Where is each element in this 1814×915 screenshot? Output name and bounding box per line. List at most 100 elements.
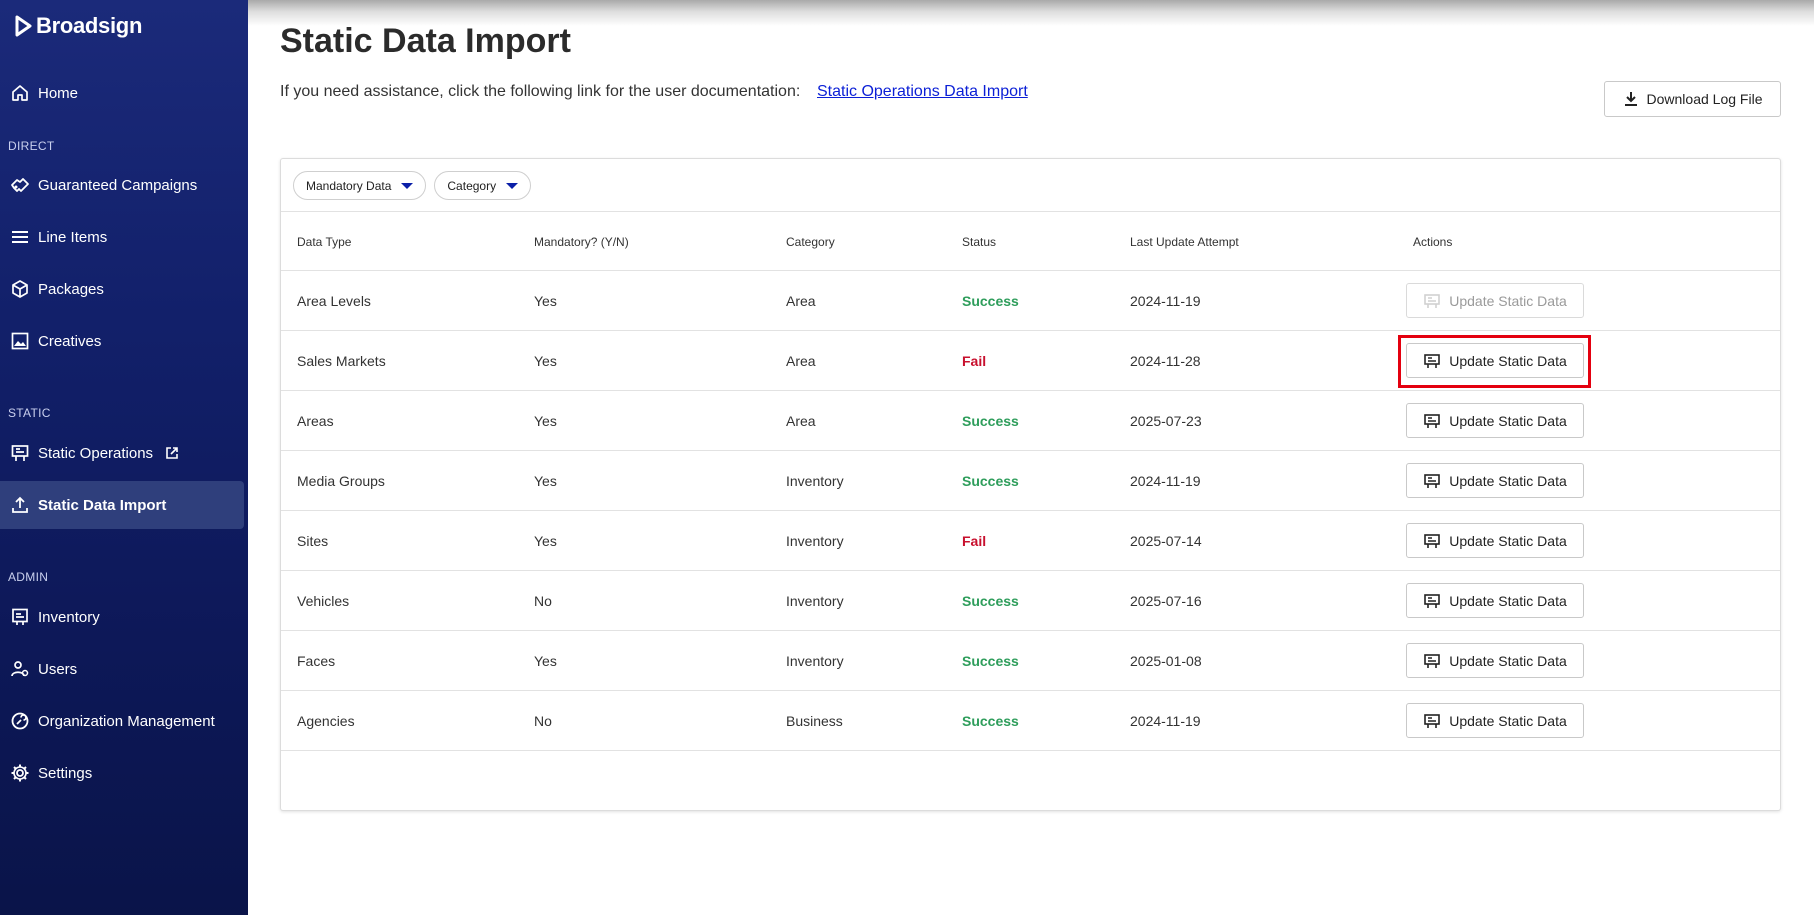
update-static-data-label: Update Static Data — [1449, 292, 1567, 309]
sidebar-item-label: Static Operations — [38, 444, 154, 462]
org-icon — [10, 711, 30, 731]
cell-data-type: Sales Markets — [297, 352, 386, 369]
cell-data-type: Faces — [297, 652, 336, 669]
column-header-status[interactable]: Status — [962, 235, 996, 249]
billboard-icon — [1423, 412, 1441, 430]
table-row: Area Levels Yes Area Success 2024-11-19 Updat… — [281, 271, 1780, 331]
sidebar-item-organization-management[interactable]: Organization Management — [0, 697, 244, 745]
cell-category: Inventory — [786, 652, 844, 669]
update-static-data-label: Update Static Data — [1449, 472, 1567, 489]
sidebar-item-label: Home — [38, 84, 79, 102]
update-static-data-button[interactable]: Update Static Data — [1406, 643, 1584, 678]
cell-status: Success — [962, 712, 1019, 729]
cell-last-update: 2025-07-14 — [1130, 532, 1202, 549]
sidebar-item-guaranteed-campaigns[interactable]: Guaranteed Campaigns — [0, 161, 244, 209]
category-filter[interactable]: Category — [434, 171, 532, 200]
cell-data-type: Vehicles — [297, 592, 350, 609]
cell-last-update: 2024-11-19 — [1130, 292, 1201, 309]
divider — [281, 211, 1780, 212]
update-static-data-button[interactable]: Update Static Data — [1406, 523, 1584, 558]
sidebar-item-packages[interactable]: Packages — [0, 265, 244, 313]
sidebar-item-label: Users — [38, 660, 78, 678]
table-row: Sites Yes Inventory Fail 2025-07-14 Update St… — [281, 511, 1780, 571]
cell-status: Success — [962, 652, 1019, 669]
cell-category: Area — [786, 412, 816, 429]
column-header-actions: Actions — [1413, 235, 1453, 249]
update-static-data-button[interactable]: Update Static Data — [1406, 463, 1584, 498]
update-static-data-button[interactable]: Update Static Data — [1406, 343, 1584, 378]
cell-data-type: Sites — [297, 532, 329, 549]
caret-down-icon — [506, 182, 519, 189]
list-icon — [10, 227, 30, 247]
cell-mandatory: Yes — [534, 292, 557, 309]
column-header-data-type[interactable]: Data Type — [297, 235, 351, 249]
sidebar-item-label: Creatives — [38, 332, 102, 350]
update-static-data-button[interactable]: Update Static Data — [1406, 403, 1584, 438]
sidebar-item-label: Inventory — [38, 608, 100, 626]
column-header-mandatory[interactable]: Mandatory? (Y/N) — [534, 235, 629, 249]
play-logo-icon — [15, 15, 32, 37]
external-link-icon — [166, 447, 178, 459]
column-header-last-update[interactable]: Last Update Attempt — [1130, 235, 1239, 249]
sidebar-item-label: Organization Management — [38, 712, 215, 730]
mandatory-data-filter[interactable]: Mandatory Data — [293, 171, 427, 200]
table-row: Faces Yes Inventory Success 2025-01-08 Update… — [281, 631, 1780, 691]
update-static-data-button[interactable]: Update Static Data — [1406, 703, 1584, 738]
category-filter-label: Category — [447, 178, 497, 193]
sidebar-item-static-operations[interactable]: Static Operations — [0, 429, 244, 477]
update-static-data-button[interactable]: Update Static Data — [1406, 583, 1584, 618]
cell-last-update: 2024-11-28 — [1130, 352, 1201, 369]
data-import-table-card: Mandatory Data Category Data Type Mandat… — [280, 158, 1781, 811]
cell-category: Area — [786, 292, 816, 309]
sidebar-item-users[interactable]: Users — [0, 645, 244, 693]
cell-category: Business — [786, 712, 843, 729]
table-row: Vehicles No Inventory Success 2025-07-16 Upda… — [281, 571, 1780, 631]
cell-status: Success — [962, 472, 1019, 489]
sidebar-item-label: Static Data Import — [38, 496, 167, 514]
cell-category: Area — [786, 352, 816, 369]
column-header-category[interactable]: Category — [786, 235, 835, 249]
users-icon — [10, 659, 30, 679]
download-icon — [1624, 92, 1637, 106]
sidebar-item-label: Guaranteed Campaigns — [38, 176, 198, 194]
sidebar-item-inventory[interactable]: Inventory — [0, 593, 244, 641]
download-log-button[interactable]: Download Log File — [1604, 81, 1781, 117]
brand-logo[interactable]: Broadsign — [14, 12, 142, 40]
caret-down-icon — [401, 182, 414, 189]
help-text: If you need assistance, click the follow… — [280, 83, 801, 100]
billboard-icon — [1423, 652, 1441, 670]
cell-last-update: 2024-11-19 — [1130, 472, 1201, 489]
update-static-data-label: Update Static Data — [1449, 412, 1567, 429]
cell-status: Success — [962, 592, 1019, 609]
sidebar-item-settings[interactable]: Settings — [0, 749, 244, 797]
sidebar: Broadsign Home DIRECT Guaranteed Campaig… — [0, 0, 248, 915]
documentation-link[interactable]: Static Operations Data Import — [817, 83, 1028, 101]
gear-icon — [10, 763, 30, 783]
billboard-icon — [1423, 472, 1441, 490]
sidebar-item-creatives[interactable]: Creatives — [0, 317, 244, 365]
update-static-data-button[interactable]: Update Static Data — [1406, 283, 1584, 318]
cell-mandatory: Yes — [534, 652, 557, 669]
update-static-data-label: Update Static Data — [1449, 592, 1567, 609]
billboard-icon — [1423, 292, 1441, 310]
cell-data-type: Areas — [297, 412, 334, 429]
cell-category: Inventory — [786, 592, 844, 609]
billboard-icon — [1423, 592, 1441, 610]
sidebar-item-home[interactable]: Home — [0, 69, 244, 117]
package-icon — [10, 279, 30, 299]
sidebar-item-static-data-import[interactable]: Static Data Import — [0, 481, 244, 529]
sidebar-item-line-items[interactable]: Line Items — [0, 213, 244, 261]
cell-data-type: Area Levels — [297, 292, 371, 309]
cell-status: Success — [962, 292, 1019, 309]
cell-status: Success — [962, 412, 1019, 429]
sidebar-item-label: Settings — [38, 764, 93, 782]
update-static-data-label: Update Static Data — [1449, 352, 1567, 369]
image-icon — [10, 331, 30, 351]
cell-last-update: 2025-07-23 — [1130, 412, 1202, 429]
billboard-icon — [1423, 352, 1441, 370]
cell-data-type: Agencies — [297, 712, 355, 729]
update-static-data-label: Update Static Data — [1449, 652, 1567, 669]
sidebar-item-label: Line Items — [38, 228, 108, 246]
page-title: Static Data Import — [280, 22, 571, 60]
brand-name: Broadsign — [36, 13, 143, 38]
